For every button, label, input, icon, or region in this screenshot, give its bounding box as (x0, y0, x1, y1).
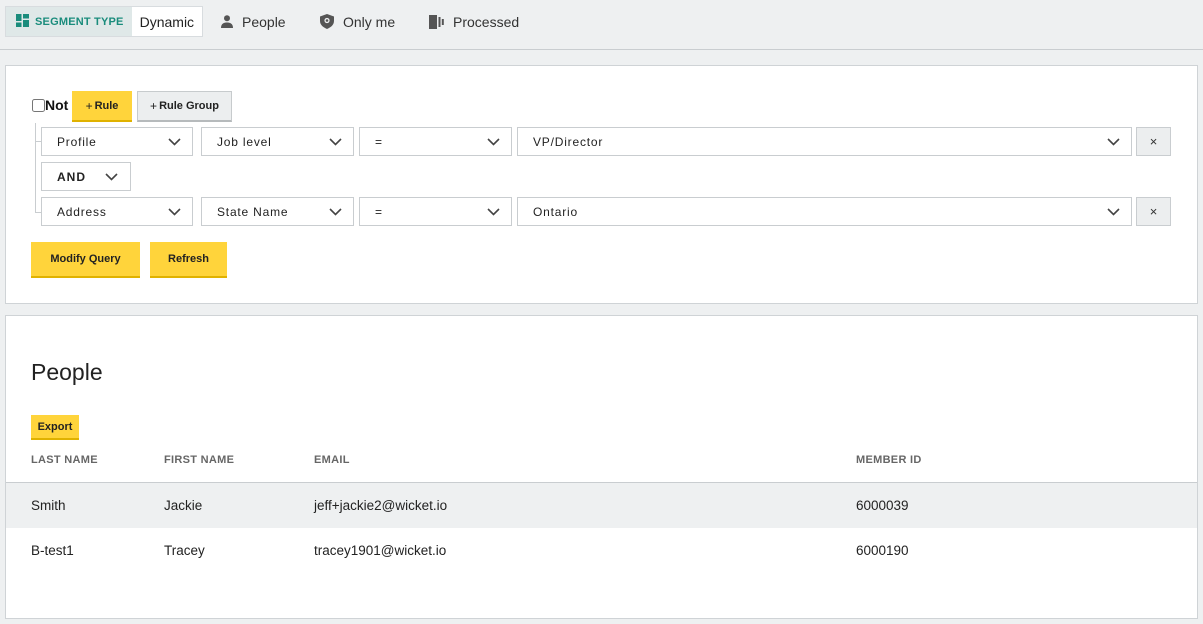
table-header: LAST NAME FIRST NAME EMAIL MEMBER ID (6, 447, 1197, 483)
close-icon: × (1149, 134, 1158, 149)
conjunction-select[interactable]: AND (41, 162, 131, 191)
chevron-down-icon (1107, 137, 1120, 146)
segment-visibility: Only me (320, 6, 395, 37)
segment-visibility-label: Only me (343, 13, 396, 30)
segment-type-value: Dynamic (139, 13, 195, 30)
chevron-down-icon (105, 172, 118, 181)
close-icon: × (1149, 204, 1158, 219)
rule-operator-value: = (375, 204, 383, 219)
rule-category-select[interactable]: Profile (41, 127, 193, 156)
rule-category-select[interactable]: Address (41, 197, 193, 226)
chevron-down-icon (168, 137, 181, 146)
results-panel: People Export LAST NAME FIRST NAME EMAIL… (5, 315, 1198, 619)
add-rule-button[interactable]: + Rule (72, 91, 132, 122)
remove-rule-button[interactable]: × (1136, 197, 1171, 226)
chevron-down-icon (487, 207, 500, 216)
add-rule-group-button[interactable]: + Rule Group (137, 91, 232, 122)
segment-entity: People (221, 6, 286, 37)
export-button[interactable]: Export (31, 415, 79, 440)
person-icon (221, 15, 233, 28)
table-row[interactable]: B-test1 Tracey tracey1901@wicket.io 6000… (6, 528, 1197, 573)
segment-type-label: SEGMENT TYPE (35, 15, 124, 28)
chevron-down-icon (1107, 207, 1120, 216)
chevron-down-icon (168, 207, 181, 216)
not-label: Not (45, 97, 69, 113)
rule-value: VP/Director (533, 134, 604, 149)
rule-field-value: Job level (217, 134, 272, 149)
segment-type-selector[interactable]: SEGMENT TYPE Dynamic (5, 6, 204, 37)
cell-email: jeff+jackie2@wicket.io (314, 498, 448, 513)
rule-category-value: Profile (57, 134, 97, 149)
rule-value: Ontario (533, 204, 578, 219)
cell-member-id: 6000039 (856, 498, 909, 513)
segment-status: Processed (429, 6, 519, 37)
rule-field-value: State Name (217, 204, 289, 219)
add-rule-label: Rule (94, 99, 119, 112)
segment-entity-label: People (242, 13, 286, 30)
chevron-down-icon (487, 137, 500, 146)
conjunction-value: AND (57, 169, 86, 184)
rule-operator-value: = (375, 134, 383, 149)
processed-icon (429, 14, 444, 29)
refresh-button[interactable]: Refresh (150, 242, 227, 278)
column-header-member-id[interactable]: MEMBER ID (856, 454, 922, 466)
cell-first-name: Tracey (164, 543, 205, 558)
rule-operator-select[interactable]: = (359, 197, 512, 226)
remove-rule-button[interactable]: × (1136, 127, 1171, 156)
rule-field-select[interactable]: Job level (201, 127, 354, 156)
cell-email: tracey1901@wicket.io (314, 543, 447, 558)
cell-first-name: Jackie (164, 498, 203, 513)
segment-meta-bar: SEGMENT TYPE Dynamic People Only me Proc… (0, 0, 1203, 50)
column-header-first-name[interactable]: FIRST NAME (164, 454, 234, 466)
chevron-down-icon (329, 137, 342, 146)
rule-operator-select[interactable]: = (359, 127, 512, 156)
plus-icon: + (150, 99, 158, 113)
add-rule-group-label: Rule Group (159, 100, 219, 112)
plus-icon: + (85, 98, 93, 113)
cell-member-id: 6000190 (856, 543, 909, 558)
column-header-email[interactable]: EMAIL (314, 454, 350, 466)
shield-lock-icon (320, 14, 334, 29)
rule-category-value: Address (57, 204, 107, 219)
rule-value-select[interactable]: VP/Director (517, 127, 1132, 156)
query-builder-panel: Not + Rule + Rule Group Profile Job leve… (5, 65, 1198, 304)
rule-field-select[interactable]: State Name (201, 197, 354, 226)
not-toggle[interactable]: Not (31, 95, 68, 115)
rule-tree-line (35, 123, 36, 213)
cell-last-name: Smith (31, 498, 66, 513)
not-checkbox[interactable] (32, 98, 45, 112)
segment-type-label-box: SEGMENT TYPE (6, 7, 132, 36)
results-title: People (31, 359, 103, 385)
column-header-last-name[interactable]: LAST NAME (31, 454, 98, 466)
chevron-down-icon (329, 207, 342, 216)
cell-last-name: B-test1 (31, 543, 74, 558)
segment-status-label: Processed (453, 13, 520, 30)
dashboard-icon (16, 13, 29, 30)
rule-value-select[interactable]: Ontario (517, 197, 1132, 226)
modify-query-button[interactable]: Modify Query (31, 242, 140, 278)
table-row[interactable]: Smith Jackie jeff+jackie2@wicket.io 6000… (6, 483, 1197, 528)
